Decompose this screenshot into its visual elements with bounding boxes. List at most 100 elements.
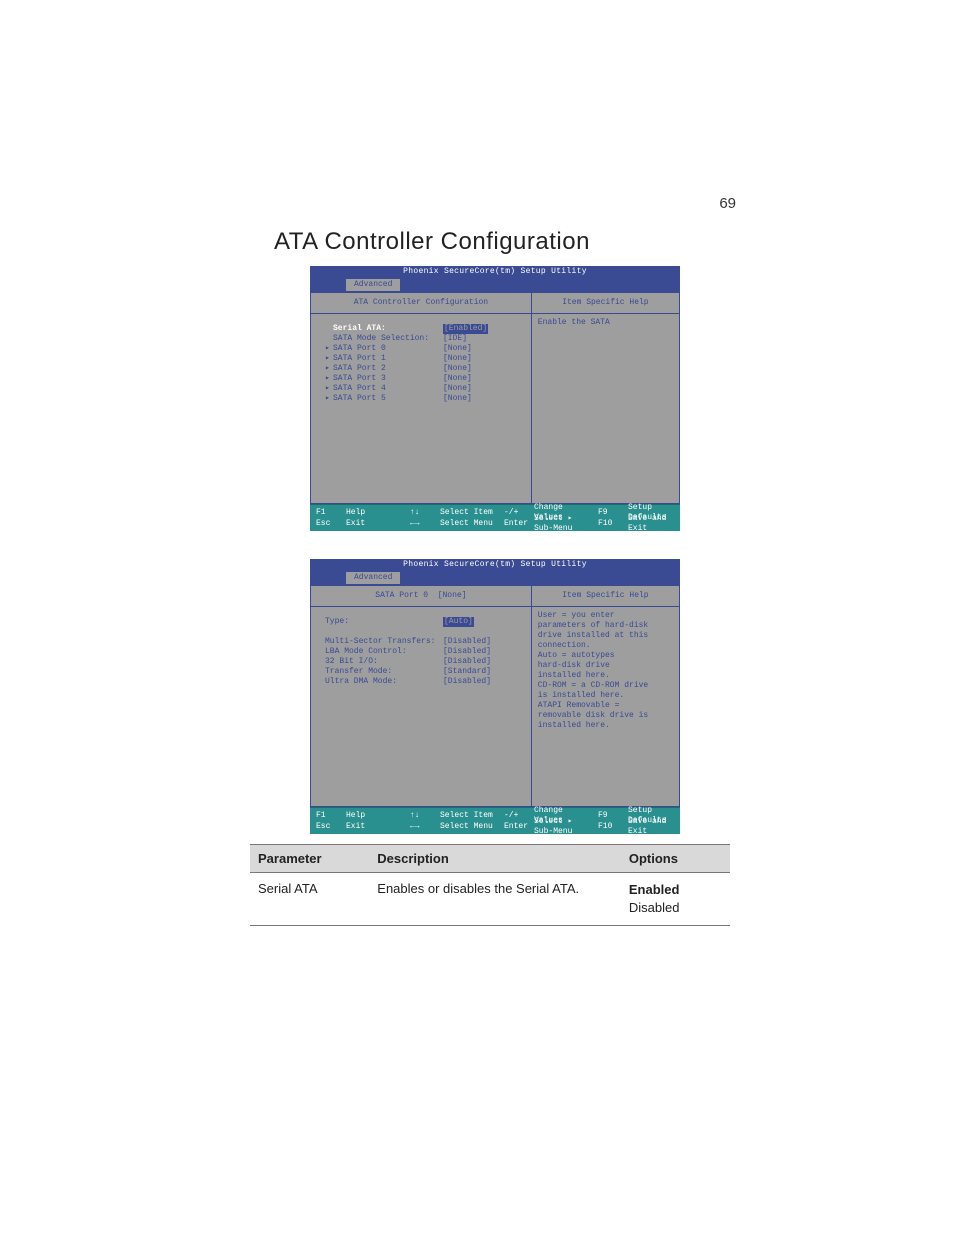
- bios-app-title: Phoenix SecureCore(tm) Setup Utility: [403, 560, 587, 570]
- bios-item-type[interactable]: Type: [Auto]: [325, 617, 523, 627]
- bios-item-32bit[interactable]: 32 Bit I/O: [Disabled]: [325, 657, 523, 667]
- bios-left-header: SATA Port 0 [None]: [311, 586, 531, 607]
- item-value: [Disabled]: [443, 677, 491, 687]
- help-line: installed here.: [538, 671, 673, 681]
- bios-item-serial-ata[interactable]: Serial ATA: [Enabled]: [325, 324, 523, 334]
- hint-select-submenu: Select ▸ Sub-Menu: [534, 817, 592, 837]
- bios-footer: F1 Help ↑↓ Select Item -/+ Change Values…: [310, 504, 680, 531]
- col-description: Description: [369, 845, 621, 873]
- item-label: SATA Port 0: [333, 344, 443, 354]
- table-head: Parameter Description Options: [250, 845, 730, 873]
- item-label: 32 Bit I/O:: [325, 657, 443, 667]
- bios-tab-advanced[interactable]: Advanced: [346, 279, 400, 291]
- key-updown-icon: ↑↓: [410, 811, 434, 821]
- bios-left-header: ATA Controller Configuration: [311, 293, 531, 314]
- submenu-arrow-icon: ▸: [325, 384, 333, 394]
- bios-right-pane: Item Specific Help User = you enter para…: [532, 586, 679, 806]
- bios-item-transfer[interactable]: Transfer Mode: [Standard]: [325, 667, 523, 677]
- cell-description: Enables or disables the Serial ATA.: [369, 873, 621, 926]
- help-line: parameters of hard-disk: [538, 621, 673, 631]
- hint-select-menu: Select Menu: [440, 519, 498, 529]
- bios-help-text: User = you enter parameters of hard-disk…: [532, 607, 679, 735]
- hint-select-item: Select Item: [440, 508, 498, 518]
- section-title: ATA Controller Configuration: [274, 228, 590, 256]
- item-value: [Auto]: [443, 617, 474, 627]
- bios-item-sata-port-1[interactable]: ▸ SATA Port 1 [None]: [325, 354, 523, 364]
- item-label: SATA Port 2: [333, 364, 443, 374]
- left-header-value: [None]: [438, 591, 467, 601]
- help-line: CD-ROM = a CD-ROM drive: [538, 681, 673, 691]
- item-label: Transfer Mode:: [325, 667, 443, 677]
- table-row: Serial ATA Enables or disables the Seria…: [250, 873, 730, 926]
- hint-exit: Exit: [346, 519, 404, 529]
- key-f10: F10: [598, 822, 622, 832]
- bios-item-sata-mode[interactable]: SATA Mode Selection: [IDE]: [325, 334, 523, 344]
- hint-select-submenu: Select ▸ Sub-Menu: [534, 514, 592, 534]
- bios-titlebar: Phoenix SecureCore(tm) Setup Utility: [310, 559, 680, 571]
- bios-left-pane: ATA Controller Configuration Serial ATA:…: [311, 293, 532, 503]
- item-label: LBA Mode Control:: [325, 647, 443, 657]
- hint-help: Help: [346, 508, 404, 518]
- key-leftright-icon: ←→: [410, 519, 434, 529]
- key-updown-icon: ↑↓: [410, 508, 434, 518]
- item-value: [None]: [443, 354, 472, 364]
- item-label: Serial ATA:: [333, 324, 443, 334]
- bios-item-sata-port-4[interactable]: ▸ SATA Port 4 [None]: [325, 384, 523, 394]
- help-line: removable disk drive is: [538, 711, 673, 721]
- bios-item-spacer: [325, 627, 523, 637]
- submenu-arrow-icon: ▸: [325, 354, 333, 364]
- hint-select-item: Select Item: [440, 811, 498, 821]
- item-label: Ultra DMA Mode:: [325, 677, 443, 687]
- bios-footer-row-1: F1 Help ↑↓ Select Item -/+ Change Values…: [316, 507, 674, 518]
- item-label: SATA Port 3: [333, 374, 443, 384]
- bios-items: Serial ATA: [Enabled] SATA Mode Selectio…: [311, 314, 531, 410]
- bios-tab-advanced[interactable]: Advanced: [346, 572, 400, 584]
- bios-right-header: Item Specific Help: [532, 293, 679, 314]
- key-enter: Enter: [504, 519, 528, 529]
- key-f1: F1: [316, 508, 340, 518]
- submenu-arrow-icon: ▸: [325, 394, 333, 404]
- help-line: is installed here.: [538, 691, 673, 701]
- item-value: [None]: [443, 374, 472, 384]
- bios-item-lba[interactable]: LBA Mode Control: [Disabled]: [325, 647, 523, 657]
- submenu-arrow-icon: ▸: [325, 374, 333, 384]
- help-line: ATAPI Removable =: [538, 701, 673, 711]
- bios-item-sata-port-0[interactable]: ▸ SATA Port 0 [None]: [325, 344, 523, 354]
- bios-item-udma[interactable]: Ultra DMA Mode: [Disabled]: [325, 677, 523, 687]
- page-number: 69: [719, 195, 736, 212]
- bios-help-text: Enable the SATA: [532, 314, 679, 332]
- key-minus-plus: -/+: [504, 811, 528, 821]
- key-f1: F1: [316, 811, 340, 821]
- left-header-label: SATA Port 0: [375, 591, 428, 601]
- bios-right-header: Item Specific Help: [532, 586, 679, 607]
- bios-item-sata-port-3[interactable]: ▸ SATA Port 3 [None]: [325, 374, 523, 384]
- bios-footer-row-1: F1 Help ↑↓ Select Item -/+ Change Values…: [316, 810, 674, 821]
- item-value: [Enabled]: [443, 324, 488, 334]
- bios-item-multisector[interactable]: Multi-Sector Transfers: [Disabled]: [325, 637, 523, 647]
- submenu-arrow-icon: ▸: [325, 344, 333, 354]
- item-value: [Disabled]: [443, 637, 491, 647]
- cell-parameter: Serial ATA: [250, 873, 369, 926]
- item-value: [IDE]: [443, 334, 467, 344]
- bios-footer-row-2: Esc Exit ←→ Select Menu Enter Select ▸ S…: [316, 821, 674, 832]
- bios-right-pane: Item Specific Help Enable the SATA: [532, 293, 679, 503]
- item-value: [None]: [443, 364, 472, 374]
- help-line: User = you enter: [538, 611, 673, 621]
- bios-item-sata-port-5[interactable]: ▸ SATA Port 5 [None]: [325, 394, 523, 404]
- option-enabled: Enabled: [629, 881, 726, 899]
- hint-help: Help: [346, 811, 404, 821]
- help-line: connection.: [538, 641, 673, 651]
- bios-titlebar: Phoenix SecureCore(tm) Setup Utility: [310, 266, 680, 278]
- bios-menubar: Advanced: [310, 278, 680, 292]
- help-line: installed here.: [538, 721, 673, 731]
- item-label: SATA Port 5: [333, 394, 443, 404]
- key-f9: F9: [598, 508, 622, 518]
- key-minus-plus: -/+: [504, 508, 528, 518]
- hint-select-menu: Select Menu: [440, 822, 498, 832]
- key-f10: F10: [598, 519, 622, 529]
- item-value: [None]: [443, 394, 472, 404]
- blank-arrow: [325, 334, 333, 344]
- bios-app-title: Phoenix SecureCore(tm) Setup Utility: [403, 267, 587, 277]
- bios-item-sata-port-2[interactable]: ▸ SATA Port 2 [None]: [325, 364, 523, 374]
- bios-body: ATA Controller Configuration Serial ATA:…: [310, 292, 680, 504]
